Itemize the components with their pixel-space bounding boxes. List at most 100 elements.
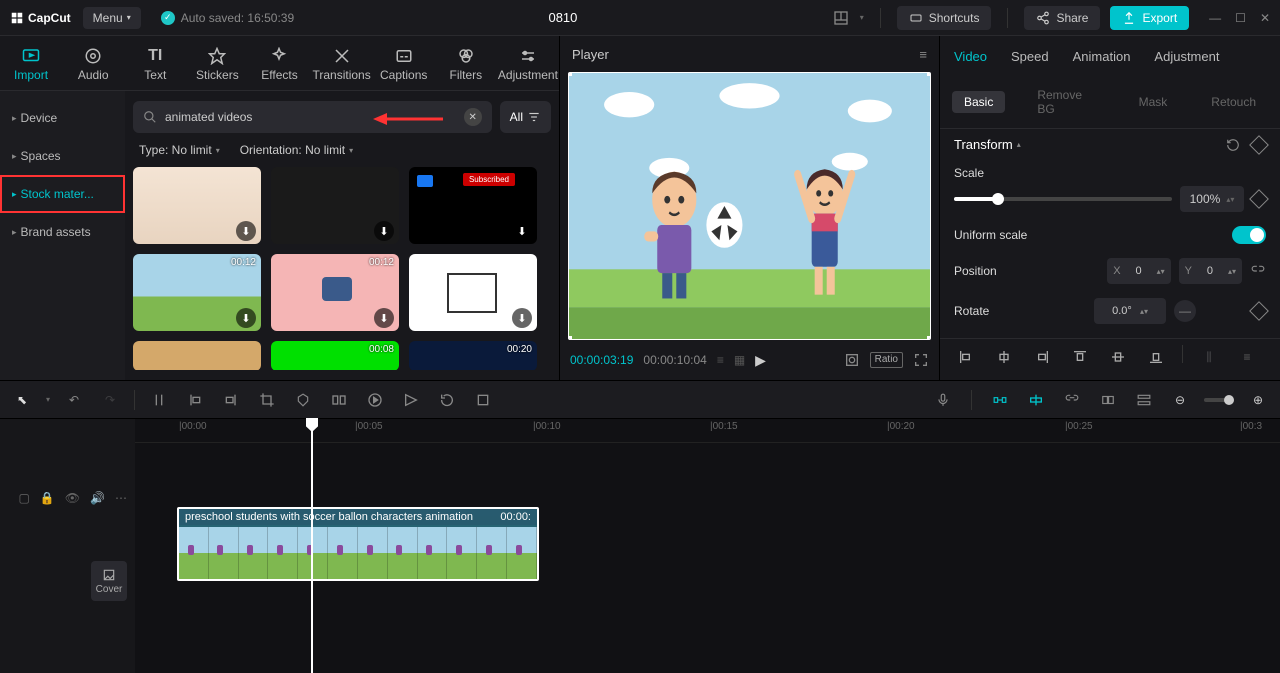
align-center-v-icon[interactable] [1106,345,1130,369]
redo-icon[interactable]: ↷ [98,388,122,412]
align-top-icon[interactable] [1068,345,1092,369]
search-input[interactable] [165,110,456,124]
layout-icon[interactable] [832,9,850,27]
player-canvas[interactable] [568,72,931,340]
tab-speed[interactable]: Speed [1011,49,1049,64]
stock-thumbnail[interactable]: 00:20 [409,341,537,370]
distribute-h-icon[interactable]: ⫼ [1197,345,1221,369]
link-icon[interactable] [1250,264,1266,278]
tab-transitions[interactable]: Transitions [311,42,373,90]
download-icon[interactable]: ⬇ [374,308,394,328]
more-icon[interactable]: ⋯ [115,491,127,505]
list-view-icon[interactable]: ≡ [717,353,724,367]
stock-thumbnail[interactable] [133,341,261,370]
tab-adjustment-props[interactable]: Adjustment [1154,49,1219,64]
subtab-basic[interactable]: Basic [952,91,1005,113]
trim-left-icon[interactable] [183,388,207,412]
collapse-icon[interactable]: ▢ [19,491,30,505]
scale-slider[interactable] [954,197,1172,201]
download-icon[interactable]: ⬇ [512,308,532,328]
fullscreen-icon[interactable] [913,352,929,368]
shortcuts-button[interactable]: Shortcuts [897,6,992,30]
stock-thumbnail[interactable]: 00:12⬇ [271,254,399,331]
subtab-retouch[interactable]: Retouch [1199,91,1268,113]
minimize-icon[interactable]: — [1209,11,1221,25]
tab-captions[interactable]: Captions [373,42,435,90]
crop-icon[interactable] [255,388,279,412]
tab-adjustment[interactable]: Adjustment [497,42,559,90]
video-clip[interactable]: preschool students with soccer ballon ch… [177,507,539,581]
selection-tool-icon[interactable]: ⬉ [10,388,34,412]
tab-text[interactable]: TIText [124,42,186,90]
play-button[interactable]: ▶ [755,352,766,369]
eye-icon[interactable]: 👁 [65,491,80,505]
mute-icon[interactable]: 🔊 [90,491,105,505]
align-center-h-icon[interactable] [992,345,1016,369]
rotate-input[interactable]: 0.0°▴▾ [1094,298,1166,324]
tab-animation[interactable]: Animation [1073,49,1131,64]
rotate-dial[interactable]: — [1174,300,1196,322]
stock-thumbnail[interactable]: ⬇ [133,167,261,244]
sidebar-item-stock-materials[interactable]: Stock mater... [0,175,125,213]
player-menu-icon[interactable]: ≡ [919,47,927,62]
tab-filters[interactable]: Filters [435,42,497,90]
grid-view-icon[interactable]: ▦ [734,353,745,367]
ratio-button[interactable]: Ratio [870,352,903,368]
download-icon[interactable]: ⬇ [236,308,256,328]
marker-icon[interactable] [291,388,315,412]
align-right-icon[interactable] [1030,345,1054,369]
reset-icon[interactable] [1226,138,1240,152]
tab-video[interactable]: Video [954,49,987,64]
close-icon[interactable]: ✕ [1260,11,1270,25]
maximize-icon[interactable]: ☐ [1235,11,1246,25]
sidebar-item-brand-assets[interactable]: Brand assets [0,213,125,251]
filter-all-button[interactable]: All [500,101,551,133]
share-button[interactable]: Share [1024,6,1100,30]
trim-right-icon[interactable] [219,388,243,412]
stock-thumbnail[interactable]: ⬇ [271,167,399,244]
download-icon[interactable]: ⬇ [512,221,532,241]
zoom-in-icon[interactable]: ⊕ [1246,388,1270,412]
crop-tool-icon[interactable] [471,388,495,412]
speed-icon[interactable] [363,388,387,412]
keyframe-icon[interactable] [1249,301,1269,321]
lock-icon[interactable]: 🔒 [40,491,55,505]
undo-icon[interactable]: ↶ [62,388,86,412]
menu-button[interactable]: Menu ▾ [83,7,141,29]
export-button[interactable]: Export [1110,6,1189,30]
project-title[interactable]: 0810 [294,10,832,25]
mic-icon[interactable] [931,388,955,412]
mirror-icon[interactable] [327,388,351,412]
split-icon[interactable] [147,388,171,412]
link-tool-icon[interactable] [1060,388,1084,412]
reverse-icon[interactable] [399,388,423,412]
transform-section-title[interactable]: Transform ▴ [954,137,1021,152]
scale-input[interactable]: 100%▴▾ [1180,186,1244,212]
subtab-mask[interactable]: Mask [1127,91,1180,113]
keyframe-icon[interactable] [1249,135,1269,155]
sidebar-item-spaces[interactable]: Spaces [0,137,125,175]
preview-icon[interactable] [1096,388,1120,412]
magnet-on-icon[interactable] [988,388,1012,412]
position-y-input[interactable]: Y0▴▾ [1179,258,1242,284]
clear-search-icon[interactable]: ✕ [464,108,482,126]
track-icon[interactable] [1132,388,1156,412]
keyframe-icon[interactable] [1249,189,1269,209]
sidebar-item-device[interactable]: Device [0,99,125,137]
tab-audio[interactable]: Audio [62,42,124,90]
subtab-remove-bg[interactable]: Remove BG [1025,84,1106,120]
stock-thumbnail[interactable]: 00:12⬇ [133,254,261,331]
align-bottom-icon[interactable] [1144,345,1168,369]
align-left-icon[interactable] [954,345,978,369]
playhead-line[interactable] [311,419,313,673]
cover-button[interactable]: Cover [91,561,127,601]
stock-thumbnail[interactable]: 00:08 [271,341,399,370]
tab-import[interactable]: Import [0,42,62,90]
stock-thumbnail[interactable]: ⬇ [409,254,537,331]
download-icon[interactable]: ⬇ [374,221,394,241]
compare-icon[interactable] [844,352,860,368]
download-icon[interactable]: ⬇ [236,221,256,241]
position-x-input[interactable]: X0▴▾ [1107,258,1170,284]
distribute-v-icon[interactable]: ≡ [1235,345,1259,369]
timeline-ruler[interactable]: |00:00 |00:05 |00:10 |00:15 |00:20 |00:2… [135,419,1280,443]
